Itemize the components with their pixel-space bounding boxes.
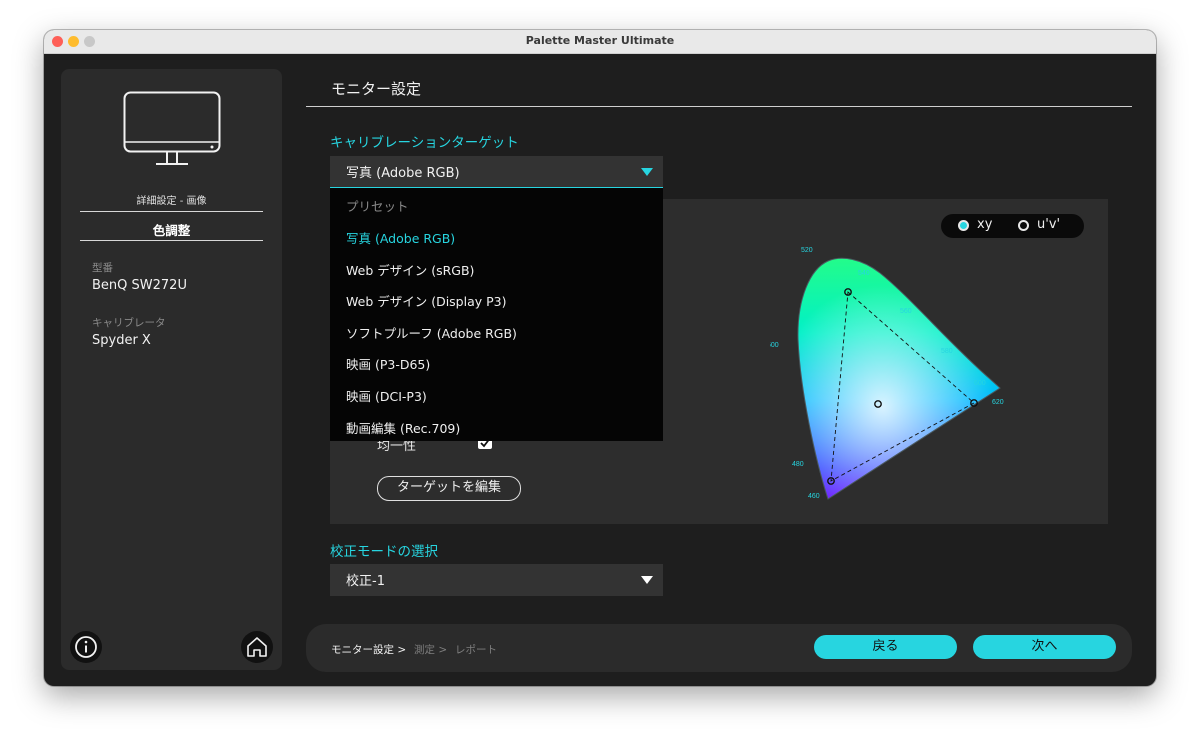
page-title: モニター設定 [331, 80, 422, 98]
tick-label: 540 [858, 270, 870, 277]
calibrator-value: Spyder X [92, 333, 151, 348]
monitor-icon [123, 91, 221, 165]
title-bar: Palette Master Ultimate [44, 30, 1156, 54]
footer-bar: モニター設定 > 測定 > レポート 戻る 次へ [306, 624, 1132, 672]
tick-label: 480 [792, 461, 804, 468]
model-value: BenQ SW272U [92, 278, 187, 293]
cie-chromaticity-diagram: 520 540 560 580 600 620 500 480 460 [770, 247, 1004, 500]
chevron-down-icon [641, 168, 653, 176]
tick-label: 580 [941, 348, 953, 355]
sidebar-divider [80, 240, 263, 241]
chevron-down-icon [641, 576, 653, 584]
xy-label[interactable]: xy [977, 217, 992, 232]
calibration-target-label: キャリブレーションターゲット [330, 135, 519, 151]
sidebar: 詳細設定 - 画像 色調整 型番 BenQ SW272U キャリブレータ Spy… [61, 69, 282, 670]
sidebar-subtitle: 詳細設定 - 画像 [136, 196, 207, 207]
back-button[interactable]: 戻る [814, 635, 957, 659]
breadcrumb-measure[interactable]: 測定 > [414, 642, 447, 657]
info-button[interactable] [70, 631, 102, 663]
breadcrumb-report[interactable]: レポート [455, 642, 497, 657]
breadcrumb-monitor-settings[interactable]: モニター設定 > [331, 642, 406, 657]
edit-target-button[interactable]: ターゲットを編集 [377, 476, 521, 501]
tick-label: 500 [770, 342, 779, 349]
dropdown-header: プリセット [346, 199, 409, 214]
dropdown-option[interactable]: 写真 (Adobe RGB) [346, 228, 455, 247]
calibration-mode-label: 校正モードの選択 [330, 544, 438, 560]
tick-label: 600 [974, 380, 986, 387]
tick-label: 520 [801, 247, 813, 254]
calibration-target-dropdown: プリセット 写真 (Adobe RGB) Web デザイン (sRGB) Web… [330, 188, 663, 441]
chromaticity-toggle: xy u'v' [941, 214, 1084, 238]
calibration-target-value: 写真 (Adobe RGB) [346, 166, 460, 181]
dropdown-option[interactable]: ソフトプルーフ (Adobe RGB) [346, 323, 517, 342]
tick-label: 460 [808, 493, 820, 500]
sidebar-item-color-adjust[interactable]: 色調整 [80, 220, 263, 239]
uv-radio[interactable] [1018, 220, 1029, 231]
model-label: 型番 [92, 262, 113, 274]
sidebar-divider [80, 211, 263, 212]
next-button[interactable]: 次へ [973, 635, 1116, 659]
xy-radio[interactable] [958, 220, 969, 231]
dropdown-option[interactable]: 映画 (DCI-P3) [346, 386, 427, 405]
uv-label[interactable]: u'v' [1037, 217, 1060, 232]
calibration-target-select[interactable]: 写真 (Adobe RGB) [330, 156, 663, 189]
dropdown-option[interactable]: 映画 (P3-D65) [346, 354, 430, 373]
app-window: Palette Master Ultimate 詳細設定 - 画像 色調整 型番… [44, 30, 1156, 686]
calibration-mode-value: 校正-1 [346, 574, 385, 589]
title-divider [306, 106, 1132, 107]
dropdown-option[interactable]: 動画編集 (Rec.709) [346, 418, 460, 437]
dropdown-option[interactable]: Web デザイン (Display P3) [346, 291, 507, 310]
window-title: Palette Master Ultimate [525, 34, 675, 47]
tick-label: 560 [900, 308, 912, 315]
calibration-mode-select[interactable]: 校正-1 [330, 564, 663, 596]
calibrator-label: キャリブレータ [92, 317, 166, 329]
dropdown-option[interactable]: Web デザイン (sRGB) [346, 260, 474, 279]
home-icon [247, 637, 267, 657]
info-icon [75, 636, 97, 658]
home-button[interactable] [241, 631, 273, 663]
tick-label: 620 [992, 399, 1004, 406]
